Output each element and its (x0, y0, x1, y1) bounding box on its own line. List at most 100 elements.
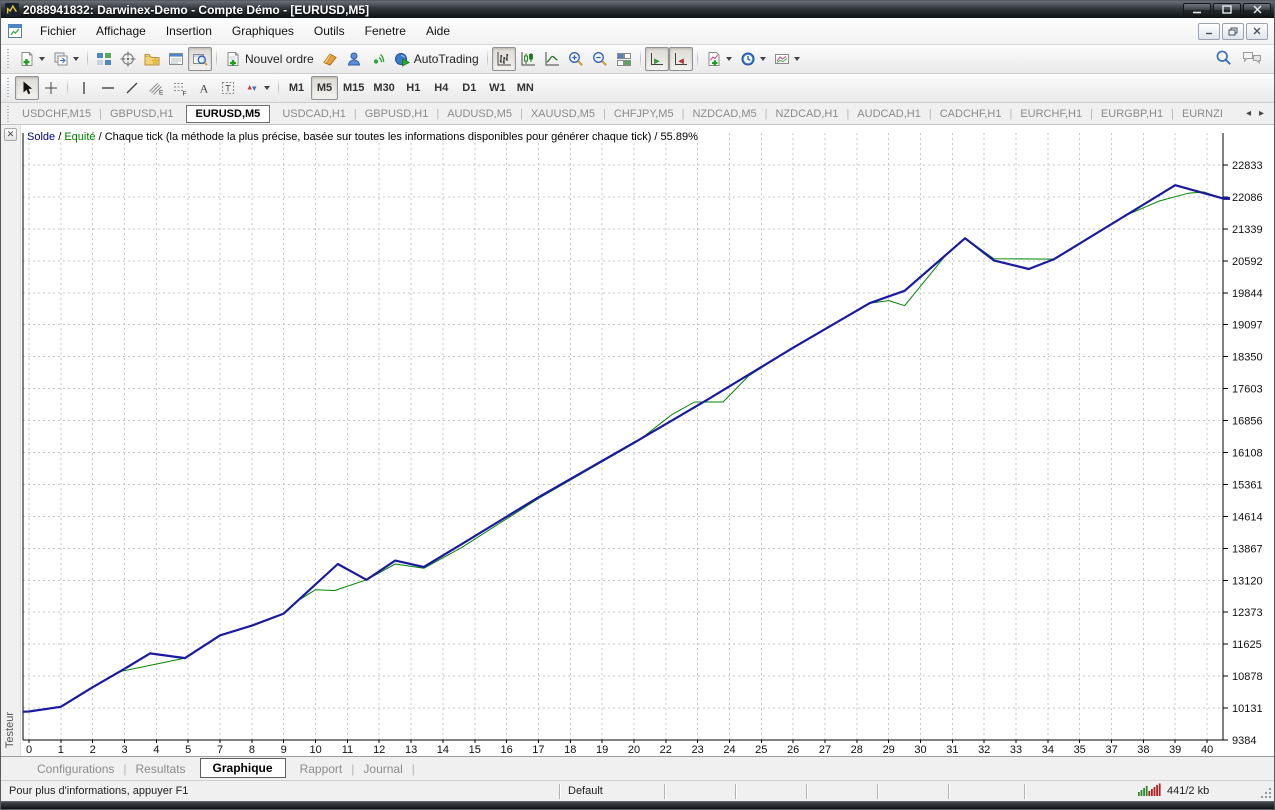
toolbar-separator (87, 48, 88, 70)
strategy-tester-button[interactable] (188, 47, 212, 71)
new-order-button[interactable]: Nouvel ordre (221, 47, 318, 71)
chart-tab-eurchf-h1[interactable]: EURCHF,H1 (1013, 106, 1089, 122)
equidistant-channel-button[interactable]: E (144, 76, 168, 100)
chart-window-icon (7, 23, 23, 39)
svg-text:16856: 16856 (1232, 416, 1263, 428)
mdi-close-button[interactable] (1246, 23, 1268, 40)
chart-tab-eurnzi[interactable]: EURNZI (1175, 106, 1230, 122)
mdi-minimize-button[interactable] (1198, 23, 1220, 40)
chart-tab-bar: USDCHF,M15|GBPUSD,H1EURUSD,M5USDCAD,H1|G… (1, 103, 1274, 125)
tester-tab-graphique[interactable]: Graphique (200, 758, 286, 778)
menu-fenetre[interactable]: Fenetre (355, 20, 416, 42)
community-button[interactable] (342, 47, 366, 71)
chart-tab-nzdcad-h1[interactable]: NZDCAD,H1 (768, 106, 845, 122)
svg-text:10: 10 (309, 744, 321, 756)
arrow-shapes-button[interactable] (240, 76, 274, 100)
chat-icon[interactable] (1242, 50, 1262, 69)
chart-tab-cadchf-h1[interactable]: CADCHF,H1 (933, 106, 1009, 122)
menu-outils[interactable]: Outils (304, 20, 355, 42)
vertical-line-button[interactable] (72, 76, 96, 100)
chart-tab-gbpusd-h1[interactable]: GBPUSD,H1 (358, 106, 436, 122)
chart-tab-audusd-m5[interactable]: AUDUSD,M5 (440, 106, 519, 122)
trendline-button[interactable] (120, 76, 144, 100)
chart-tab-usdcad-h1[interactable]: USDCAD,H1 (275, 106, 353, 122)
timeframe-m30[interactable]: M30 (369, 76, 398, 100)
indicators-button[interactable] (702, 47, 736, 71)
menu-affichage[interactable]: Affichage (86, 20, 156, 42)
search-icon[interactable] (1215, 49, 1232, 69)
tester-tab-rapport[interactable]: Rapport (292, 759, 351, 779)
market-watch-button[interactable] (92, 47, 116, 71)
timeframe-m5[interactable]: M5 (311, 76, 338, 100)
timeframe-mn[interactable]: MN (512, 76, 539, 100)
chart-tab-chfjpy-m5[interactable]: CHFJPY,M5 (607, 106, 681, 122)
toolbar-drag-handle[interactable] (6, 78, 11, 98)
svg-text:22: 22 (660, 744, 672, 756)
toolbar-drag-handle[interactable] (6, 49, 11, 69)
svg-text:29: 29 (883, 744, 895, 756)
fibonacci-button[interactable]: F (168, 76, 192, 100)
timeframe-m1[interactable]: M1 (283, 76, 310, 100)
tester-tab-journal[interactable]: Journal (355, 759, 410, 779)
chart-tab-eurgbp-h1[interactable]: EURGBP,H1 (1094, 106, 1170, 122)
tabs-scroll-left-icon[interactable]: ◂ (1246, 108, 1251, 119)
chart-tab-eurusd-m5[interactable]: EURUSD,M5 (186, 105, 271, 123)
bar-chart-button[interactable] (492, 47, 516, 71)
tile-windows-button[interactable] (612, 47, 636, 71)
profiles-button[interactable] (49, 47, 83, 71)
status-bar: Pour plus d'informations, appuyer F1 Def… (1, 780, 1274, 801)
svg-text:27: 27 (819, 744, 831, 756)
chart-tab-usdchf-m15[interactable]: USDCHF,M15 (15, 106, 98, 122)
toolbar-drag-handle[interactable] (6, 106, 11, 122)
tester-close-button[interactable]: ✕ (4, 128, 17, 141)
resize-grip[interactable] (1258, 781, 1274, 801)
candlestick-chart-button[interactable] (516, 47, 540, 71)
text-button[interactable]: A (192, 76, 216, 100)
minimize-button[interactable] (1183, 3, 1211, 17)
tester-graph[interactable]: Solde / Equité / Chaque tick (la méthode… (21, 125, 1274, 756)
connection-speed: 441/2 kb (1167, 785, 1209, 797)
terminal-button[interactable] (164, 47, 188, 71)
autotrading-button[interactable]: AutoTrading (390, 47, 483, 71)
chart-tab-xauusd-m5[interactable]: XAUUSD,M5 (524, 106, 602, 122)
chart-tab-nzdcad-m5[interactable]: NZDCAD,M5 (685, 106, 763, 122)
new-chart-button[interactable] (15, 47, 49, 71)
menu-graphiques[interactable]: Graphiques (222, 20, 304, 42)
close-button[interactable] (1243, 3, 1271, 17)
crosshair-button[interactable] (39, 76, 63, 100)
chart-shift-button[interactable] (669, 47, 693, 71)
tester-tab-configurations[interactable]: Configurations (29, 759, 122, 779)
zoom-out-button[interactable] (588, 47, 612, 71)
signals-button[interactable] (366, 47, 390, 71)
tester-tab-resultats[interactable]: Resultats (128, 759, 194, 779)
chart-tab-gbpusd-h1[interactable]: GBPUSD,H1 (103, 106, 181, 122)
auto-scroll-button[interactable] (645, 47, 669, 71)
periods-button[interactable] (736, 47, 770, 71)
zoom-in-button[interactable] (564, 47, 588, 71)
timeframe-d1[interactable]: D1 (456, 76, 483, 100)
cursor-button[interactable] (15, 76, 39, 100)
menu-insertion[interactable]: Insertion (156, 20, 222, 42)
data-window-button[interactable] (116, 47, 140, 71)
svg-text:18350: 18350 (1232, 352, 1263, 364)
mdi-restore-button[interactable] (1222, 23, 1244, 40)
status-pane (878, 781, 948, 801)
timeframe-h4[interactable]: H4 (428, 76, 455, 100)
tabs-scroll-right-icon[interactable]: ▸ (1259, 108, 1264, 119)
timeframe-w1[interactable]: W1 (484, 76, 511, 100)
horizontal-line-button[interactable] (96, 76, 120, 100)
status-profile[interactable]: Default (560, 781, 664, 801)
svg-text:39: 39 (1169, 744, 1181, 756)
metaeditor-button[interactable] (318, 47, 342, 71)
timeframe-m15[interactable]: M15 (339, 76, 368, 100)
navigator-button[interactable] (140, 47, 164, 71)
maximize-button[interactable] (1213, 3, 1241, 17)
menu-aide[interactable]: Aide (416, 20, 460, 42)
timeframe-h1[interactable]: H1 (400, 76, 427, 100)
line-chart-button[interactable] (540, 47, 564, 71)
chart-tab-audcad-h1[interactable]: AUDCAD,H1 (850, 106, 928, 122)
svg-text:13120: 13120 (1232, 575, 1263, 587)
menu-fichier[interactable]: Fichier (30, 20, 86, 42)
templates-button[interactable] (770, 47, 804, 71)
text-label-button[interactable]: T (216, 76, 240, 100)
